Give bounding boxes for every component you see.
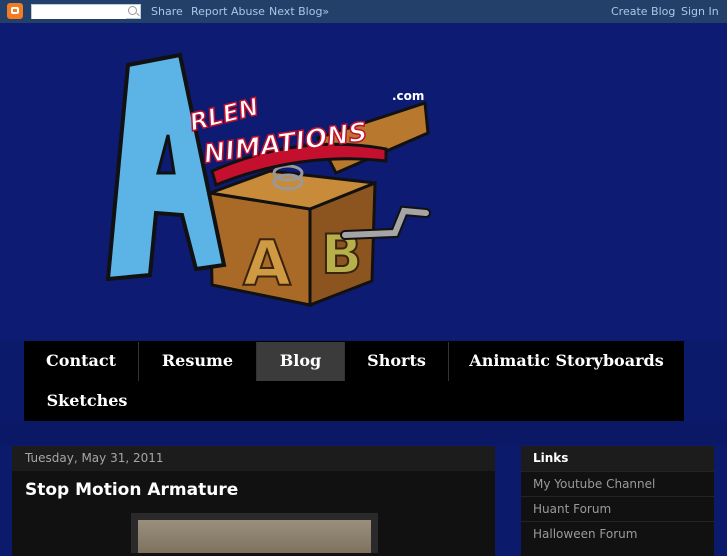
tab-sketches[interactable]: Sketches: [24, 382, 150, 421]
search-box[interactable]: [31, 4, 141, 19]
tab-blog[interactable]: Blog: [257, 342, 345, 381]
sidebar-item-halloween-forum[interactable]: Halloween Forum: [521, 521, 714, 546]
sidebar-title: Links: [521, 446, 714, 471]
search-icon[interactable]: [128, 6, 137, 15]
tab-contact[interactable]: Contact: [24, 342, 139, 381]
blogger-navbar: Share Report Abuse Next Blog» Create Blo…: [0, 0, 727, 23]
blogger-logo-icon[interactable]: [7, 3, 23, 19]
menu-divider: [0, 421, 727, 445]
post-title[interactable]: Stop Motion Armature: [25, 480, 238, 500]
search-input[interactable]: [32, 6, 126, 19]
armature-photo: [138, 520, 371, 553]
tab-shorts[interactable]: Shorts: [345, 342, 449, 381]
post-date: Tuesday, May 31, 2011: [12, 446, 495, 471]
arlen-animations-logo[interactable]: A B RLEN NIMATIONS .com: [0, 23, 727, 340]
sidebar-links: Links My Youtube Channel Huant Forum Hal…: [521, 446, 714, 556]
post-area: Tuesday, May 31, 2011 Stop Motion Armatu…: [12, 446, 495, 556]
share-link[interactable]: Share: [151, 5, 183, 18]
logo-text-com: .com: [392, 89, 424, 103]
tab-animatic-storyboards[interactable]: Animatic Storyboards: [449, 342, 684, 381]
sidebar-item-youtube-channel[interactable]: My Youtube Channel: [521, 471, 714, 496]
sidebar-item-huant-forum[interactable]: Huant Forum: [521, 496, 714, 521]
post-image[interactable]: [131, 513, 378, 553]
blog-header: A B RLEN NIMATIONS .com: [0, 23, 727, 340]
box-letter-a: A: [243, 227, 291, 300]
sign-in-link[interactable]: Sign In: [681, 5, 719, 18]
tab-resume[interactable]: Resume: [139, 342, 257, 381]
report-abuse-link[interactable]: Report Abuse: [191, 5, 265, 18]
create-blog-link[interactable]: Create Blog: [611, 5, 675, 18]
next-blog-link[interactable]: Next Blog»: [269, 5, 329, 18]
logo-text-rlen: RLEN: [187, 93, 262, 137]
main-menu: Contact Resume Blog Shorts Animatic Stor…: [24, 341, 684, 421]
